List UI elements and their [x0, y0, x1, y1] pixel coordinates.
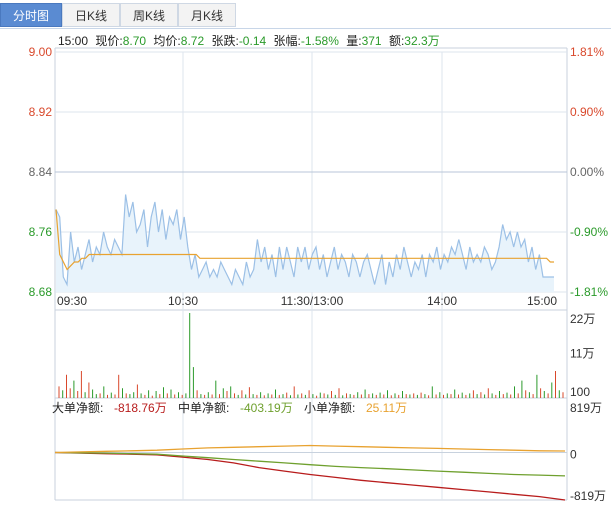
volume-tick: 11万 — [570, 347, 594, 361]
price-tick-right: -0.90% — [570, 225, 608, 239]
price-tick-right: 0.90% — [570, 105, 604, 119]
flow-legend-value: -403.19万 — [240, 401, 293, 415]
flow-legend-label: 中单净额: — [178, 400, 229, 415]
volume-tick: 100 — [570, 385, 590, 399]
price-tick-left: 8.76 — [29, 225, 53, 239]
price-tick-left: 8.68 — [29, 285, 53, 299]
flow-tick: 0 — [570, 448, 577, 462]
flow-legend-label: 大单净额: — [52, 401, 103, 415]
time-tick: 14:00 — [427, 294, 457, 308]
time-tick: 10:30 — [168, 294, 198, 308]
flow-line-small — [54, 444, 566, 454]
time-tick: 11:30/13:00 — [281, 294, 344, 308]
flow-line-big — [54, 451, 566, 501]
volume-tick: 22万 — [570, 312, 595, 326]
price-tick-right: -1.81% — [570, 285, 608, 299]
flow-legend-value: 25.11万 — [366, 401, 407, 415]
flow-tick: 819万 — [570, 401, 602, 415]
price-tick-right: 1.81% — [570, 45, 604, 59]
flow-tick: -819万 — [570, 489, 606, 503]
price-tick-left: 8.84 — [29, 165, 53, 179]
intraday-chart[interactable]: 9.00 1.81% 8.92 0.90% 8.84 0.00% 8.76 -0.90% 8.6… — [0, 0, 611, 510]
flow-legend-label: 小单净额: — [304, 401, 355, 415]
time-tick: 15:00 — [527, 294, 557, 308]
flow-line-mid — [54, 451, 566, 477]
price-tick-left: 9.00 — [29, 45, 53, 59]
price-tick-right: 0.00% — [570, 165, 604, 179]
flow-legend-value: -818.76万 — [114, 401, 167, 415]
price-tick-left: 8.92 — [29, 105, 53, 119]
time-tick: 09:30 — [57, 294, 87, 308]
